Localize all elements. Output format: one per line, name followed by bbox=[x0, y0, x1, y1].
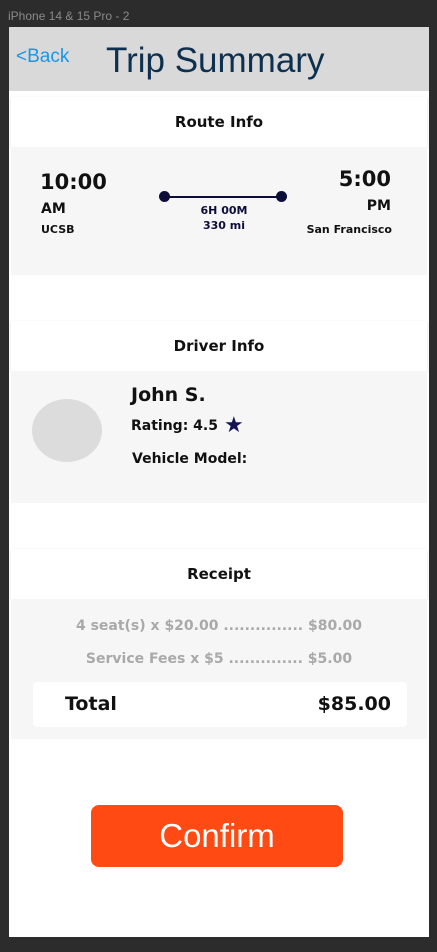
depart-place: UCSB bbox=[41, 223, 75, 236]
driver-rating: Rating: 4.5 ★ bbox=[131, 415, 244, 437]
route-line bbox=[164, 196, 280, 198]
route-info-panel: 10:00 AM UCSB 6H 00M 330 mi 5:00 PM San … bbox=[11, 147, 427, 275]
arrive-period: PM bbox=[366, 198, 391, 214]
page-title: Trip Summary bbox=[106, 41, 325, 80]
total-label: Total bbox=[65, 693, 117, 715]
receipt-heading-label: Receipt bbox=[187, 565, 251, 583]
driver-avatar bbox=[32, 399, 102, 462]
depart-time: 10:00 bbox=[40, 170, 107, 194]
total-card: Total $85.00 bbox=[33, 682, 407, 727]
nav-header: <Back Trip Summary bbox=[9, 27, 429, 91]
seat-line-item: 4 seat(s) x $20.00 ............... $80.0… bbox=[75, 618, 363, 634]
service-fee-line-item: Service Fees x $5 .............. $5.00 bbox=[85, 651, 353, 667]
driver-rating-label: Rating: 4.5 bbox=[131, 418, 218, 434]
arrive-place: San Francisco bbox=[306, 223, 392, 236]
frame-label: iPhone 14 & 15 Pro - 2 bbox=[8, 9, 130, 23]
back-button[interactable]: <Back bbox=[16, 46, 69, 68]
phone-screen: <Back Trip Summary Route Info 10:00 AM U… bbox=[9, 27, 429, 937]
driver-info-panel: John S. Rating: 4.5 ★ Vehicle Model: bbox=[11, 371, 427, 503]
trip-duration: 6H 00M bbox=[200, 204, 248, 217]
star-icon: ★ bbox=[223, 413, 244, 438]
route-info-heading-label: Route Info bbox=[174, 113, 264, 131]
confirm-button[interactable]: Confirm bbox=[91, 805, 343, 867]
driver-info-heading-label: Driver Info bbox=[173, 337, 265, 355]
driver-info-heading: Driver Info bbox=[11, 321, 427, 371]
total-value: $85.00 bbox=[317, 693, 391, 715]
driver-name: John S. bbox=[131, 384, 206, 406]
receipt-heading: Receipt bbox=[11, 549, 427, 599]
route-end-dot bbox=[276, 191, 287, 202]
vehicle-model: Vehicle Model: bbox=[132, 451, 248, 467]
arrive-time: 5:00 bbox=[338, 167, 391, 191]
depart-period: AM bbox=[41, 201, 66, 217]
route-info-heading: Route Info bbox=[11, 97, 427, 147]
trip-distance: 330 mi bbox=[202, 219, 246, 232]
